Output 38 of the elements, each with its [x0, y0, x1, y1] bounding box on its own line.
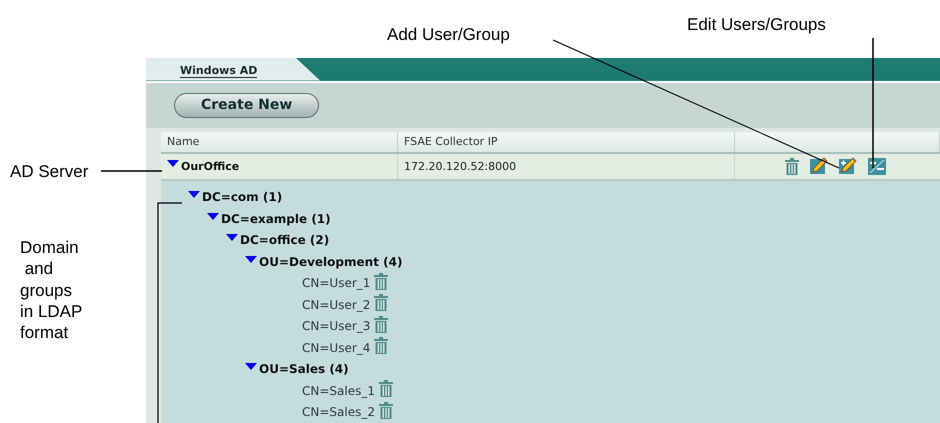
- collapse-triangle-icon[interactable]: [226, 234, 238, 242]
- ldap-group: DC=example (1): [221, 212, 331, 226]
- collapse-triangle-icon[interactable]: [245, 363, 257, 372]
- user-entry: CN=User_2: [302, 298, 370, 312]
- collapse-triangle-icon[interactable]: [207, 212, 219, 221]
- callout-label: Domain and groups in LDAP format: [20, 237, 82, 344]
- trash-icon[interactable]: [374, 272, 388, 290]
- trash-icon[interactable]: [378, 402, 393, 419]
- create-new-button[interactable]: Create New: [174, 92, 320, 118]
- trash-icon[interactable]: [374, 337, 388, 354]
- user-entry: CN=User_4: [302, 340, 370, 355]
- user-entry: CN=User_1: [302, 276, 370, 290]
- ldap-group: DC=office (2): [240, 233, 330, 248]
- leader-line: [101, 170, 162, 172]
- callout-label: Add User/Group: [387, 24, 510, 46]
- plus-minus-icon[interactable]: [868, 158, 886, 174]
- user-entry: CN=User_3: [302, 319, 370, 334]
- collapse-triangle-icon[interactable]: [245, 256, 257, 264]
- pencil-icon[interactable]: [810, 157, 828, 175]
- ldap-group: OU=Sales (4): [259, 362, 349, 376]
- user-entry: CN=Sales_2: [302, 405, 375, 420]
- tab[interactable]: Windows AD: [146, 58, 322, 80]
- ldap-group: DC=com (1): [202, 190, 282, 204]
- server-name: OurOffice: [181, 160, 240, 172]
- trash-icon[interactable]: [785, 158, 799, 174]
- collapse-triangle-icon[interactable]: [188, 191, 200, 200]
- user-entry: CN=Sales_1: [302, 384, 375, 398]
- column-header: Name: [161, 132, 398, 152]
- callout-label: Edit Users/Groups: [687, 14, 826, 36]
- column-header: FSAE Collector IP: [398, 132, 735, 152]
- trash-icon[interactable]: [374, 294, 388, 312]
- trash-icon[interactable]: [378, 380, 393, 398]
- collapse-triangle-icon[interactable]: [167, 160, 179, 168]
- callout-label: AD Server: [10, 161, 88, 182]
- table-cell: 172.20.120.52:8000: [398, 154, 735, 178]
- add-pencil-icon[interactable]: [839, 157, 857, 175]
- trash-icon[interactable]: [374, 316, 388, 333]
- ldap-group: OU=Development (4): [259, 254, 402, 269]
